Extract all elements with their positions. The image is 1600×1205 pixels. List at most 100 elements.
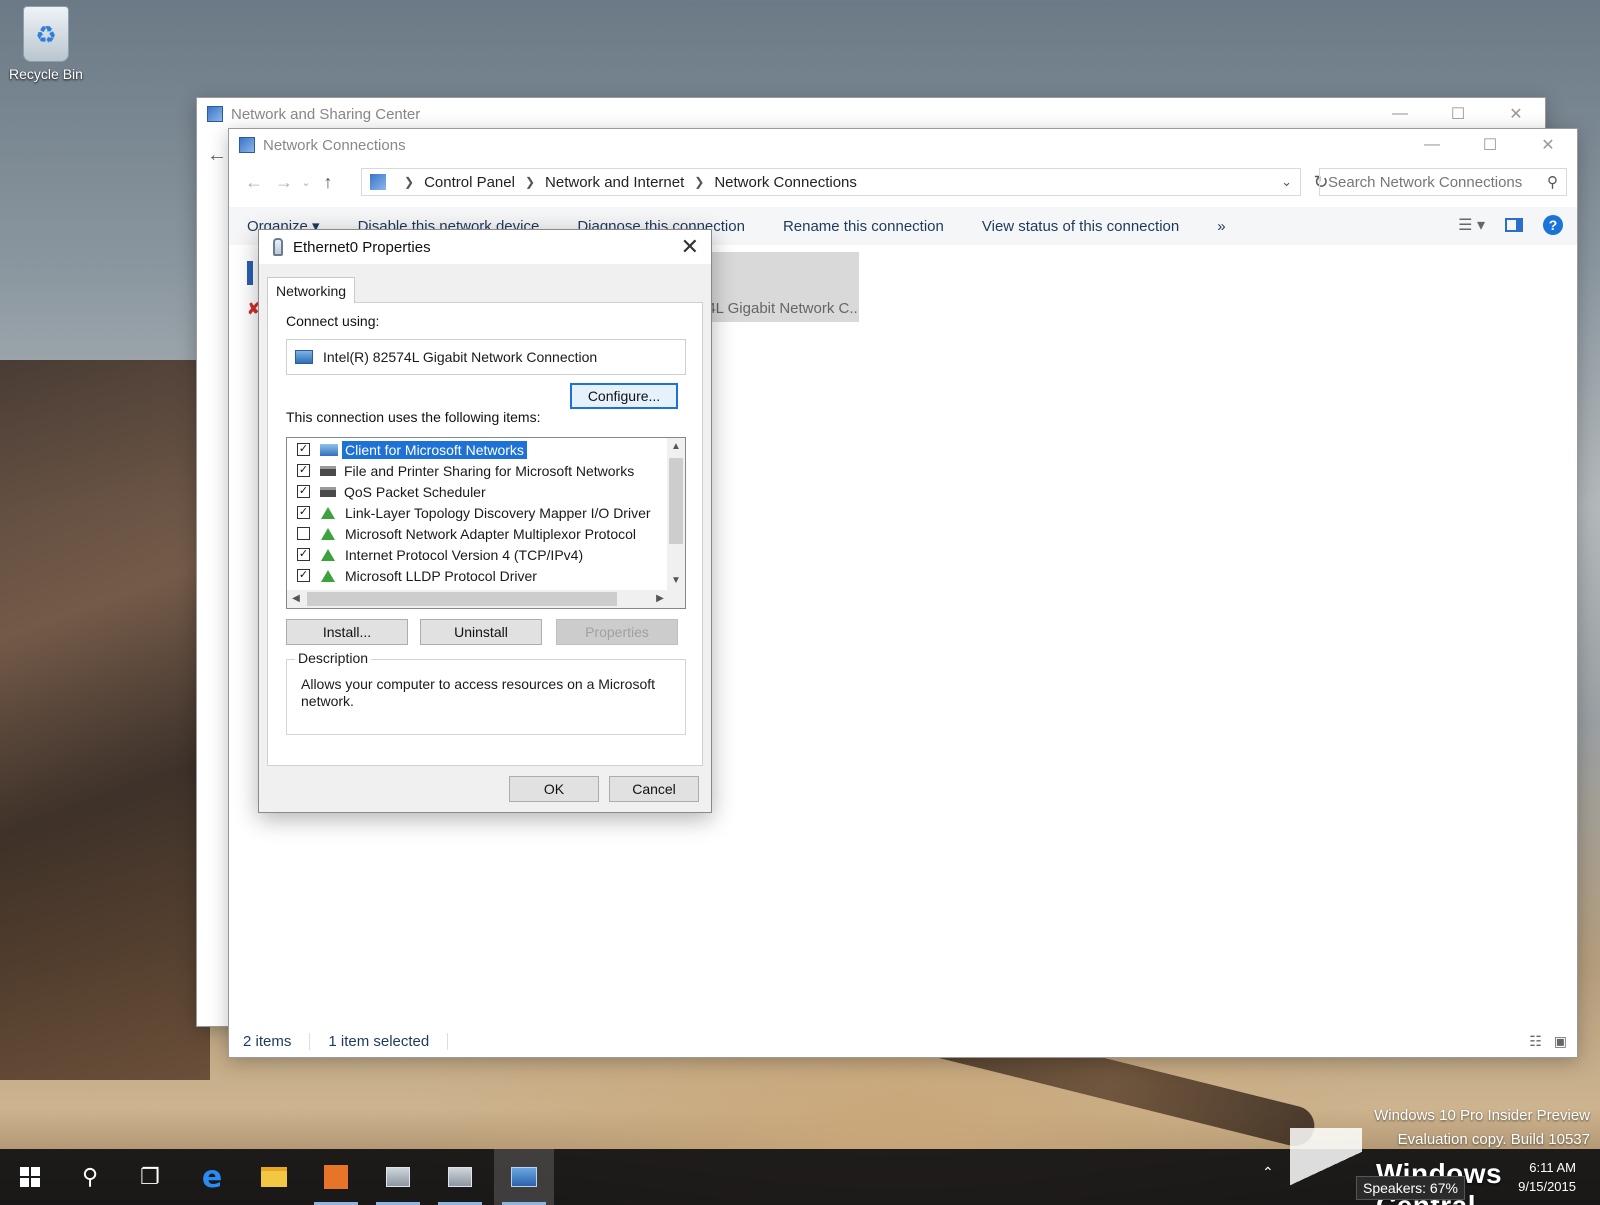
cancel-button[interactable]: Cancel [609,776,699,802]
uninstall-label: Uninstall [454,624,508,640]
list-item[interactable]: Microsoft Network Adapter Multiplexor Pr… [287,523,639,544]
breadcrumb-network-internet[interactable]: Network and Internet [545,174,684,191]
breadcrumb-separator[interactable]: ❯ [525,175,535,189]
scrollbar-thumb[interactable] [669,458,683,544]
preview-pane-icon[interactable] [1505,218,1523,232]
rename-button[interactable]: Rename this connection [783,218,944,235]
start-button[interactable] [0,1149,60,1205]
search-button[interactable]: ⚲ [60,1149,120,1205]
navigation-row: ← → ⌄ ↑ ❯ Control Panel ❯ Network and In… [229,163,1577,201]
configure-button[interactable]: Configure... [570,383,678,409]
breadcrumb-control-panel[interactable]: Control Panel [424,174,515,191]
recent-locations-icon[interactable]: ⌄ [299,176,313,189]
file-explorer-button[interactable] [244,1149,304,1205]
scroll-up-icon[interactable]: ▲ [667,438,685,456]
network-icon [386,1167,410,1187]
folder-icon [261,1167,287,1187]
item-checkbox[interactable] [297,506,310,519]
scroll-down-icon[interactable]: ▼ [667,572,685,590]
item-checkbox[interactable] [297,485,310,498]
clock-time: 6:11 AM [1529,1160,1576,1175]
item-label: Link-Layer Topology Discovery Mapper I/O… [345,504,651,521]
protocol-icon [321,527,335,540]
store-icon [324,1165,348,1189]
task-view-button[interactable]: ❐ [120,1149,180,1205]
help-icon[interactable]: ? [1543,215,1563,235]
store-button[interactable] [306,1149,366,1205]
network-app-button[interactable] [368,1149,428,1205]
properties-button[interactable]: Properties [556,619,678,645]
install-button[interactable]: Install... [286,619,408,645]
description-legend: Description [295,650,372,666]
ethernet-adapter-icon[interactable] [247,261,253,285]
adapter-tile-label: 74L Gigabit Network C... [699,300,859,317]
clock-date: 9/15/2015 [1518,1179,1576,1194]
maximize-button[interactable]: ☐ [1429,98,1487,130]
breadcrumb-separator[interactable]: ❯ [694,175,704,189]
list-item[interactable]: QoS Packet Scheduler [287,481,489,502]
details-view-icon[interactable]: ☷ [1529,1033,1542,1050]
maximize-button[interactable]: ☐ [1461,129,1519,161]
list-item[interactable]: Microsoft LLDP Protocol Driver [287,565,540,586]
ok-button[interactable]: OK [509,776,599,802]
list-item[interactable]: File and Printer Sharing for Microsoft N… [287,460,637,481]
up-button[interactable]: ↑ [313,172,343,193]
vertical-scrollbar[interactable]: ▲ ▼ [667,438,685,590]
back-button[interactable]: ← [239,172,269,193]
edge-button[interactable]: e [182,1149,242,1205]
network-adapter-icon [295,350,313,364]
item-checkbox[interactable] [297,548,310,561]
tiles-view-icon[interactable]: ▣ [1554,1033,1567,1050]
horizontal-scrollbar[interactable]: ◀ ▶ [287,590,669,608]
connect-using-label: Connect using: [286,313,380,329]
scroll-left-icon[interactable]: ◀ [287,590,305,608]
task-view-icon: ❐ [140,1164,160,1189]
window-title: Network and Sharing Center [231,105,421,123]
more-commands-button[interactable]: » [1217,218,1225,235]
item-label: Client for Microsoft Networks [342,440,527,459]
list-item[interactable]: Internet Protocol Version 4 (TCP/IPv4) [287,544,586,565]
item-checkbox[interactable] [297,569,310,582]
close-button[interactable]: ✕ [1519,129,1577,161]
list-item[interactable]: Client for Microsoft Networks [287,439,527,460]
item-label: Internet Protocol Version 4 (TCP/IPv4) [345,546,584,563]
selection-count: 1 item selected [328,1032,449,1050]
chevron-down-icon[interactable]: ⌄ [1281,174,1292,190]
tab-networking[interactable]: Networking [267,277,355,303]
description-text: Allows your computer to access resources… [301,676,656,709]
dialog-titlebar[interactable]: Ethernet0 Properties [259,230,711,264]
titlebar[interactable]: Network Connections [229,129,1577,161]
components-list[interactable]: Client for Microsoft Networks File and P… [286,437,686,609]
tab-label: Networking [275,282,347,299]
properties-label: Properties [585,624,649,640]
network-connections-button[interactable] [494,1149,554,1205]
close-button[interactable]: ✕ [1487,98,1545,130]
network-connections-icon [511,1167,537,1187]
list-item[interactable]: Link-Layer Topology Discovery Mapper I/O… [287,502,654,523]
ethernet-properties-dialog[interactable]: Ethernet0 Properties ✕ Networking Connec… [258,229,712,813]
view-status-button[interactable]: View status of this connection [982,218,1179,235]
close-icon[interactable]: ✕ [681,234,699,260]
minimize-button[interactable]: — [1403,129,1461,161]
item-checkbox[interactable] [297,527,310,540]
address-bar[interactable]: ❯ Control Panel ❯ Network and Internet ❯… [361,168,1301,196]
back-arrow-icon[interactable]: ← [207,144,227,167]
scrollbar-thumb[interactable] [307,592,617,606]
titlebar[interactable]: Network and Sharing Center [197,98,1545,130]
item-checkbox[interactable] [297,443,310,456]
breadcrumb-separator[interactable]: ❯ [404,175,414,189]
search-icon[interactable]: ⚲ [1547,173,1558,191]
minimize-button[interactable]: — [1371,98,1429,130]
item-checkbox[interactable] [297,464,310,477]
network-center-button[interactable] [430,1149,490,1205]
uninstall-button[interactable]: Uninstall [420,619,542,645]
forward-button[interactable]: → [269,172,299,193]
breadcrumb-network-connections[interactable]: Network Connections [714,174,857,191]
change-view-icon[interactable]: ☰ ▾ [1458,215,1485,235]
search-input[interactable]: Search Network Connections ⚲ [1319,168,1567,196]
recycle-bin-desktop-icon[interactable]: Recycle Bin [6,6,86,82]
selected-adapter-tile[interactable]: 74L Gigabit Network C... [695,252,859,322]
show-hidden-icons-icon[interactable]: ⌃ [1262,1164,1274,1181]
clock[interactable]: 6:11 AM 9/15/2015 [1518,1158,1576,1196]
speakers-tooltip: Speakers: 67% [1356,1176,1465,1200]
